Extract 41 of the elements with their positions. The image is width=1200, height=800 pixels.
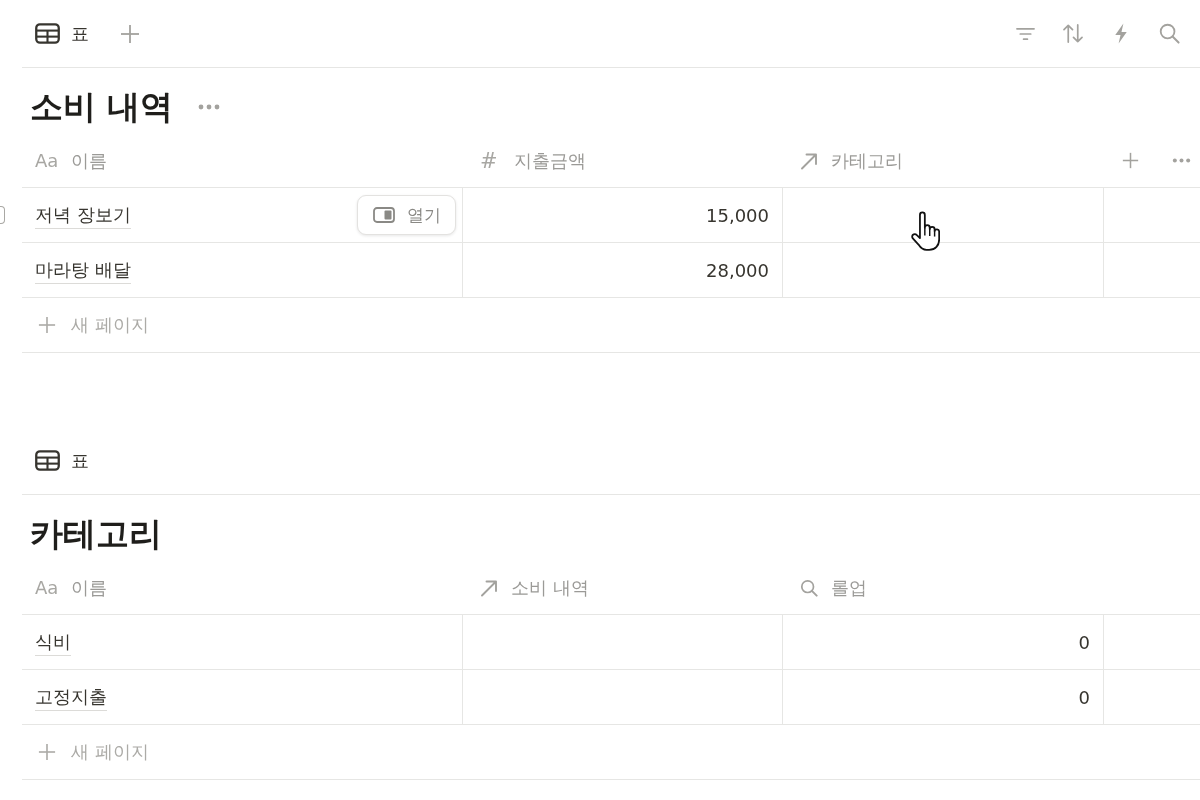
- more-icon: [197, 104, 220, 110]
- filter-icon: [1015, 26, 1035, 41]
- plus-icon: [120, 23, 140, 44]
- database-title: 소비 내역: [30, 86, 174, 128]
- row-checkbox[interactable]: [0, 206, 5, 224]
- table-cell: 0: [783, 670, 1104, 724]
- table-icon: [35, 23, 60, 44]
- table-cell: 0: [783, 615, 1104, 669]
- page-link[interactable]: 식비: [35, 628, 71, 656]
- column-header[interactable]: Aa 이름: [22, 575, 463, 600]
- column-header[interactable]: 카테고리: [783, 148, 1104, 173]
- page-link[interactable]: 고정지출: [35, 683, 107, 711]
- new-page-button[interactable]: 새 페이지: [22, 309, 157, 341]
- side-panel-icon: [372, 207, 395, 223]
- table-icon: [35, 450, 60, 471]
- magnifier-icon: [800, 578, 818, 597]
- column-type-glyph: Aa: [35, 577, 59, 598]
- diagonal-arrow-icon: [480, 578, 498, 597]
- view-tab[interactable]: 표: [22, 444, 95, 477]
- view-tab[interactable]: 표: [22, 17, 95, 50]
- lightning-icon: [1114, 23, 1128, 44]
- page-link[interactable]: 마라탕 배달: [35, 256, 131, 284]
- search-icon: [1158, 23, 1180, 44]
- column-header[interactable]: 롤업: [783, 575, 1104, 600]
- table-cell: 15,000: [463, 188, 783, 242]
- plus-icon: [38, 743, 56, 761]
- plus-icon: [38, 316, 56, 334]
- diagonal-arrow-icon: [800, 151, 818, 170]
- column-type-glyph: #: [480, 148, 498, 173]
- table-cell: 28,000: [463, 243, 783, 297]
- column-header[interactable]: Aa 이름: [22, 148, 463, 173]
- more-icon: [1171, 158, 1191, 163]
- column-type-glyph: Aa: [35, 150, 59, 171]
- page-link[interactable]: 저녁 장보기: [35, 201, 131, 229]
- new-page-button[interactable]: 새 페이지: [22, 736, 157, 768]
- open-button[interactable]: 열기: [357, 195, 456, 235]
- plus-icon: [1121, 152, 1139, 169]
- column-header[interactable]: 소비 내역: [463, 575, 783, 600]
- column-header[interactable]: # 지출금액: [463, 148, 783, 173]
- database-title: 카테고리: [30, 513, 162, 555]
- sort-icon: [1062, 24, 1084, 43]
